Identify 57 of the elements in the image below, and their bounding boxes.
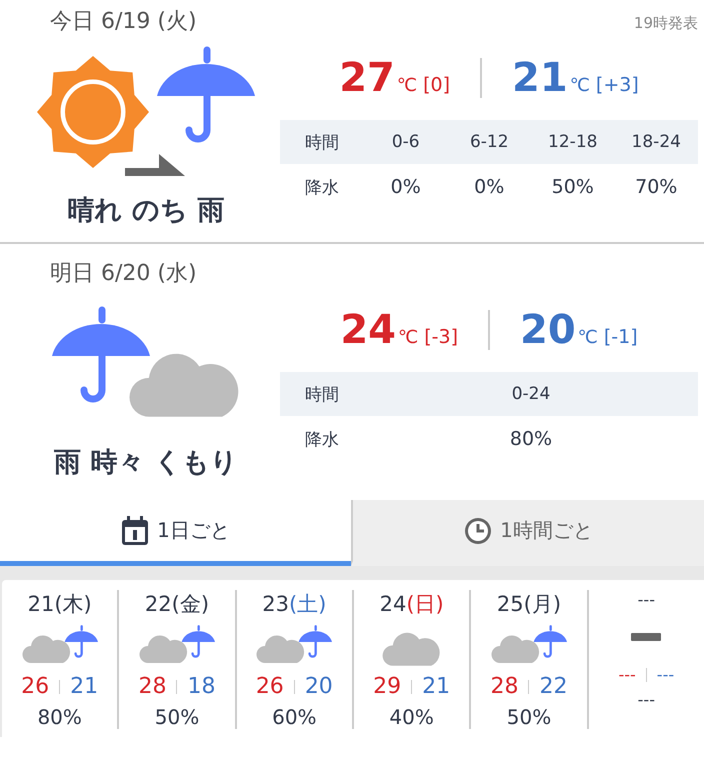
low-temperature: 21℃ [+3] [511,55,640,101]
day-date: 25(月) [496,591,562,618]
low-temperature: 20 [304,674,333,699]
table-cell-text: 50% [550,176,595,198]
precipitation: 50% [154,705,200,729]
table-cell-text: 0-24 [510,384,552,404]
day-date: 23(土) [262,591,326,618]
weather-text: 晴れ のち 雨 [68,194,224,228]
table-cell-text: 18-24 [630,132,682,152]
low-temperature: 21 [422,674,450,699]
high-temperature: 26 [256,674,284,699]
calendar-icon [121,516,150,546]
umbrella-icon [64,623,98,661]
low-temperature: --- [656,665,674,684]
table-cell-text: 70% [634,176,678,198]
table-cell-text: 0-6 [390,132,421,152]
low-temperature: 22 [539,674,568,699]
weather-text: 雨 時々 くもり [54,446,238,480]
low-temperature: 20℃ [-1] [519,307,639,353]
row-label: 降水 [304,176,340,198]
high-temperature: 27℃ [0] [338,55,452,101]
low-temperature: 18 [187,674,216,699]
high-temperature: --- [618,665,636,684]
issued-time: 19時発表 [634,14,698,33]
table-cell-text: 0% [390,176,422,198]
row-label: 降水 [304,428,340,450]
table-cell-text: 80% [508,428,554,450]
tab[interactable]: 1時間ごと [351,500,704,566]
precipitation: 50% [506,705,552,729]
table-cell-text: 12-18 [547,132,598,152]
clock-icon [464,516,492,544]
umbrella-icon [180,623,215,661]
precipitation: --- [638,690,655,709]
high-temperature: 26 [21,674,50,699]
umbrella-icon [532,623,567,661]
arrow-icon [125,154,185,176]
precipitation: 40% [389,705,434,729]
precipitation: 80% [37,705,82,729]
dash-icon [631,633,662,641]
table-cell-text: 6-12 [468,132,510,152]
umbrella-icon [298,623,332,661]
date-title: 今日 6/19 (火) [50,8,197,36]
low-temperature: 21 [70,674,98,699]
precipitation: 60% [272,705,317,729]
high-temperature: 24℃ [-3] [339,307,459,353]
high-temperature: 29 [373,674,402,699]
day-date: 24(日) [380,591,444,618]
row-label: 時間 [304,132,340,154]
table-cell-text: 0% [473,176,506,198]
day-date: 21(木) [28,591,92,618]
sun-icon [37,56,149,168]
high-temperature: 28 [490,674,518,699]
high-temperature: 28 [138,674,166,699]
date-title: 明日 6/20 (水) [50,260,197,288]
row-label: 時間 [304,384,340,406]
day-date: --- [638,590,655,609]
day-date: 22(金) [144,591,210,618]
